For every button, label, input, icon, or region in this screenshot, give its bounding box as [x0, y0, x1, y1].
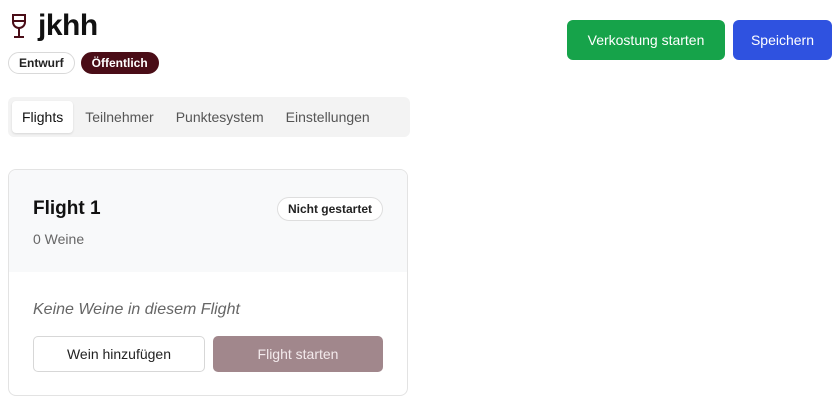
flight-card-header: Flight 1 0 Weine Nicht gestartet — [9, 170, 407, 272]
header-actions: Verkostung starten Speichern — [567, 20, 832, 60]
flight-actions: Wein hinzufügen Flight starten — [33, 336, 383, 372]
draft-badge: Entwurf — [8, 52, 75, 74]
page-header: jkhh Entwurf Öffentlich — [8, 8, 159, 74]
wine-glass-icon — [10, 13, 28, 39]
page-title: jkhh — [38, 9, 98, 42]
save-button[interactable]: Speichern — [733, 20, 832, 60]
add-wine-button[interactable]: Wein hinzufügen — [33, 336, 205, 372]
tab-flights[interactable]: Flights — [12, 101, 74, 133]
empty-state-text: Keine Weine in diesem Flight — [33, 301, 240, 318]
badge-row: Entwurf Öffentlich — [8, 52, 159, 74]
flight-card: Flight 1 0 Weine Nicht gestartet Keine W… — [8, 169, 408, 396]
tab-settings[interactable]: Einstellungen — [276, 101, 380, 133]
title-row: jkhh — [10, 8, 159, 44]
tab-participants[interactable]: Teilnehmer — [75, 101, 163, 133]
tab-bar: Flights Teilnehmer Punktesystem Einstell… — [8, 97, 410, 137]
status-badge: Nicht gestartet — [276, 197, 383, 221]
flight-title: Flight 1 — [33, 198, 101, 219]
public-badge: Öffentlich — [80, 52, 159, 74]
wine-count: 0 Weine — [33, 231, 85, 247]
tab-scoring[interactable]: Punktesystem — [166, 101, 274, 133]
start-tasting-button[interactable]: Verkostung starten — [567, 20, 725, 60]
start-flight-button[interactable]: Flight starten — [213, 336, 383, 372]
